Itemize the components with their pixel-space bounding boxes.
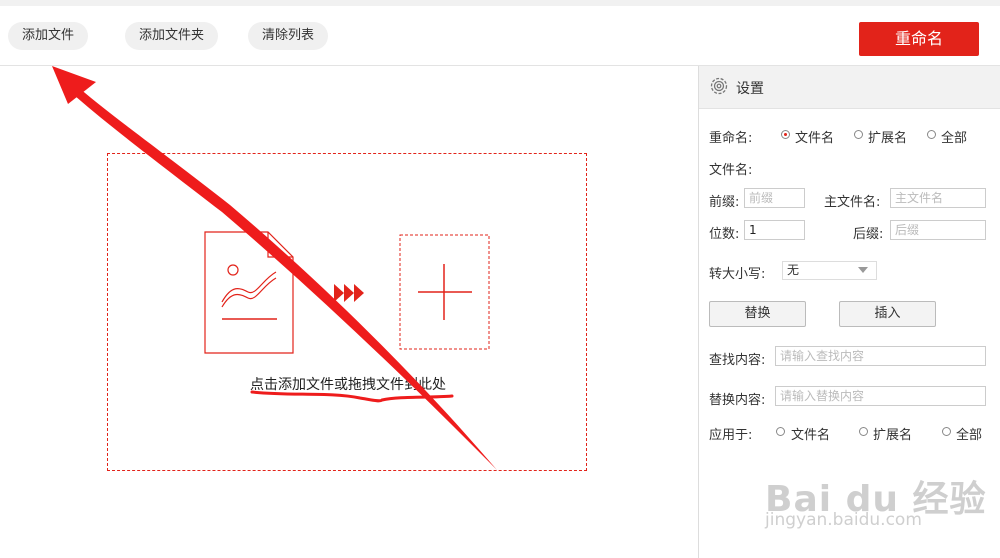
arrows-icon (334, 284, 364, 302)
apply-all-label[interactable]: 全部 (956, 424, 982, 443)
digits-label: 位数: (709, 227, 740, 242)
rename-button[interactable]: 重命名 (859, 22, 979, 56)
add-icon[interactable] (399, 234, 490, 350)
drop-illustration (204, 231, 490, 354)
rename-filename-label[interactable]: 文件名 (795, 127, 834, 146)
apply-extension-radio[interactable] (859, 427, 868, 436)
suffix-label: 后缀: (853, 227, 884, 242)
find-label: 查找内容: (709, 353, 766, 368)
case-label: 转大小写: (709, 267, 766, 282)
digits-input[interactable]: 1 (744, 220, 805, 240)
toolbar: 添加文件 添加文件夹 清除列表 重命名 (0, 0, 1000, 66)
rename-all-label[interactable]: 全部 (941, 127, 967, 146)
document-icon (204, 231, 294, 354)
main-name-label: 主文件名: (824, 195, 881, 210)
add-folder-button[interactable]: 添加文件夹 (125, 22, 219, 50)
case-select[interactable]: 无 (782, 261, 877, 280)
rename-extension-radio[interactable] (854, 130, 863, 139)
prefix-input[interactable]: 前缀 (744, 188, 805, 208)
replace-content-label: 替换内容: (709, 393, 766, 408)
drop-hint-text[interactable]: 点击添加文件或拖拽文件到此处 (250, 374, 446, 394)
rename-filename-radio[interactable] (781, 130, 790, 139)
file-list-area[interactable]: 点击添加文件或拖拽文件到此处 (0, 66, 698, 558)
clear-list-button[interactable]: 清除列表 (248, 22, 329, 50)
gear-icon (710, 77, 728, 95)
prefix-label: 前缀: (709, 195, 740, 210)
settings-title: 设置 (736, 81, 764, 97)
filename-section-label: 文件名: (709, 163, 753, 178)
watermark-url: jingyan.baidu.com (765, 510, 922, 530)
insert-button[interactable]: 插入 (839, 301, 936, 327)
find-input[interactable]: 请输入查找内容 (775, 346, 986, 366)
baidu-watermark: Bai du 经验 jingyan.baidu.com (765, 470, 987, 530)
apply-all-radio[interactable] (942, 427, 951, 436)
rename-extension-label[interactable]: 扩展名 (868, 127, 907, 146)
rename-mode-label: 重命名: (709, 131, 753, 146)
apply-label: 应用于: (709, 428, 753, 443)
replace-content-input[interactable]: 请输入替换内容 (775, 386, 986, 406)
add-file-button[interactable]: 添加文件 (8, 22, 89, 50)
settings-header: 设置 (699, 66, 1000, 109)
apply-extension-label[interactable]: 扩展名 (873, 424, 912, 443)
suffix-input[interactable]: 后缀 (890, 220, 986, 240)
replace-button[interactable]: 替换 (709, 301, 806, 327)
apply-filename-radio[interactable] (776, 427, 785, 436)
case-select-value: 无 (787, 263, 800, 277)
apply-filename-label[interactable]: 文件名 (791, 424, 830, 443)
chevron-down-icon (858, 267, 868, 273)
rename-all-radio[interactable] (927, 130, 936, 139)
main-name-input[interactable]: 主文件名 (890, 188, 986, 208)
